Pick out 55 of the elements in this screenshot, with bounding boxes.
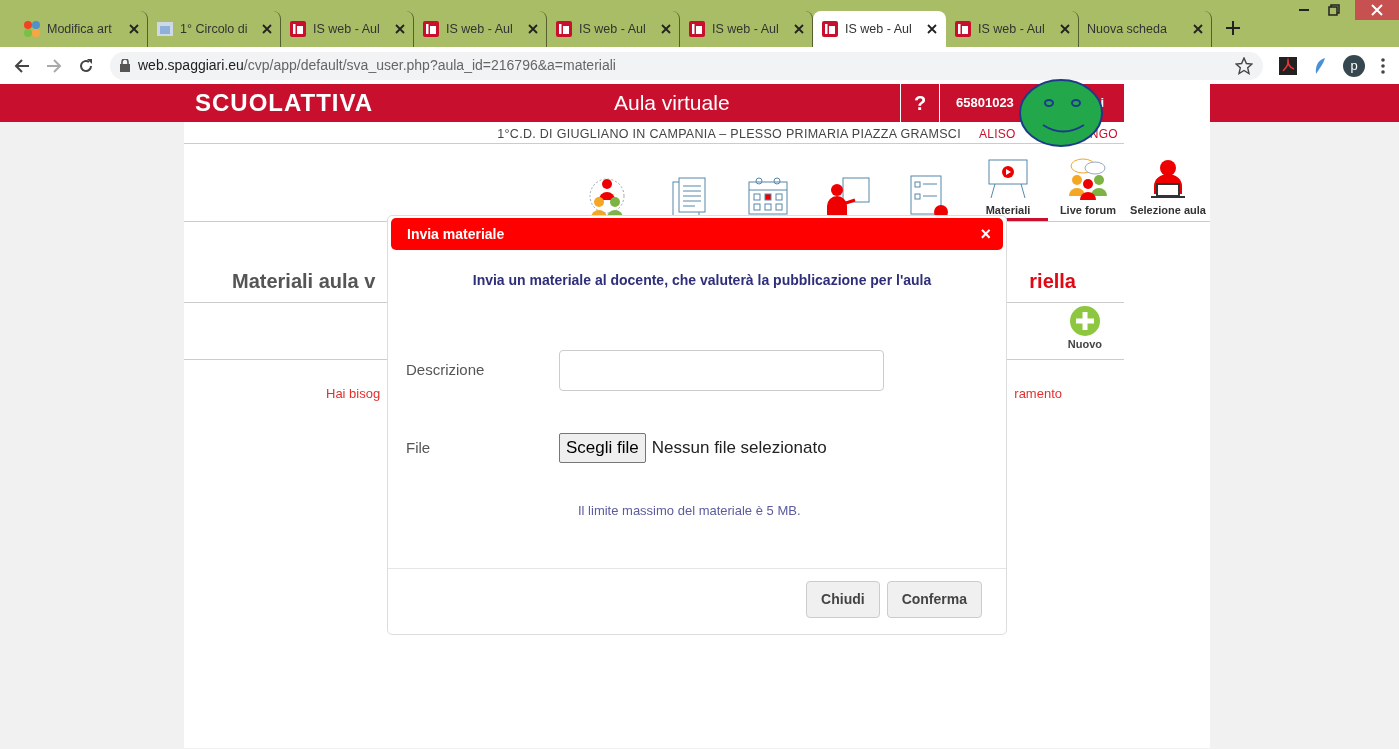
close-icon[interactable] [1193,24,1203,34]
app-logo-icon [422,20,440,38]
feather-extension-icon[interactable] [1313,56,1327,75]
reload-icon[interactable] [78,57,94,74]
app-logo-icon [555,20,573,38]
page-thumbnail-icon [156,20,174,38]
user-name[interactable]: ALISO [978,125,1016,141]
close-icon[interactable] [528,24,538,34]
close-icon[interactable] [927,24,937,34]
nav-item[interactable]: Selezione aula [1128,157,1208,221]
close-icon[interactable] [395,24,405,34]
description-field[interactable] [559,350,884,391]
browser-tab[interactable]: IS web - Aul [813,11,946,47]
flower-logo-icon [23,20,41,38]
nav-item[interactable]: Live forum [1048,157,1128,221]
app-logo-icon [954,20,972,38]
help-button[interactable]: ? [900,84,940,122]
lock-icon [120,59,130,72]
close-icon[interactable] [661,24,671,34]
confirm-button[interactable]: Conferma [886,580,982,618]
star-icon[interactable] [1235,56,1253,75]
close-button[interactable]: Chiudi [806,580,880,618]
section-title: Materiali aula v [232,269,376,294]
choose-file-button[interactable]: Scegli file [559,433,646,463]
app-logo-icon [289,20,307,38]
address-bar[interactable]: web.spaggiari.eu/cvp/app/default/sva_user.php?aula_id=216796&a=materiali [110,51,1263,80]
app-logo-icon [688,20,706,38]
file-status: Nessun file selezionato [651,437,827,459]
close-icon[interactable] [262,24,272,34]
url-text: web.spaggiari.eu/cvp/app/default/sva_user.php?aula_id=216796&a=materiali [138,56,616,75]
field-label: Descrizione [406,360,486,381]
page-title: Aula virtuale [614,90,731,117]
field-label: File [406,437,432,458]
close-icon[interactable] [1060,24,1070,34]
help-text: ramento [1014,384,1062,403]
new-button[interactable]: Nuovo [1067,306,1102,353]
site-logo: SCUOLATTIVA [194,88,375,118]
user-code: 65801023 [956,94,1014,113]
close-button[interactable]: × [980,220,991,248]
app-logo-icon [821,20,839,38]
back-icon[interactable] [14,57,30,74]
plus-icon [1069,306,1100,336]
new-tab-icon[interactable] [1226,21,1240,35]
window-close-icon[interactable] [1355,0,1399,20]
close-icon[interactable] [129,24,139,34]
more-icon[interactable] [1381,57,1385,74]
modal-intro: Invia un materiale al docente, che valuterà la pubblicazione per l'aula [471,271,933,290]
limit-note: Il limite massimo del materiale è 5 MB. [577,501,802,520]
help-text: Hai bisog [326,384,381,403]
section-title: riella [1029,269,1076,294]
close-icon[interactable] [794,24,804,34]
profile-avatar[interactable]: p [1343,54,1365,77]
modal-title: Invia materiale [407,224,505,244]
school-name: 1°C.D. DI GIUGLIANO IN CAMPANIA – PLESSO PRIMARIA PIAZZA GRAMSCI [497,126,961,141]
pdf-extension-icon[interactable] [1279,56,1297,75]
